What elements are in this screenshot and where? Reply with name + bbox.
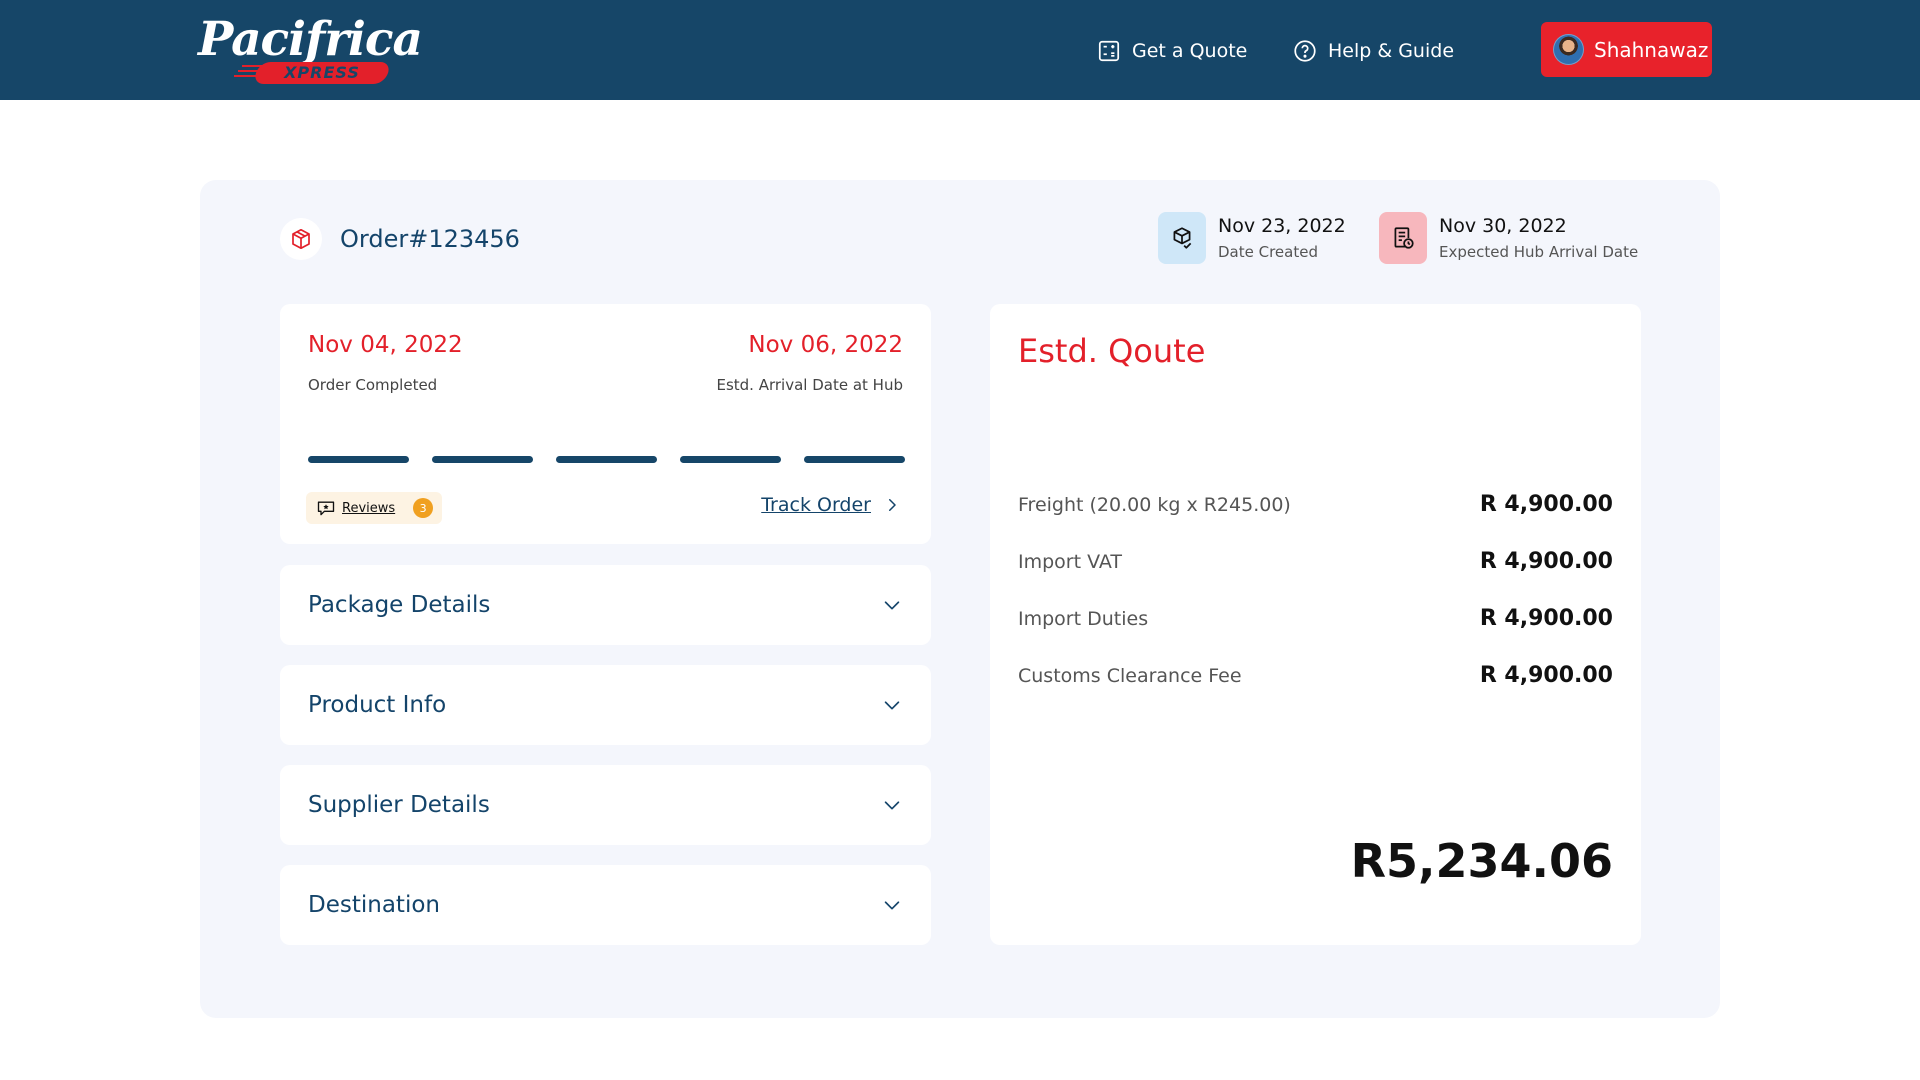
estimated-quote-card: Estd. Qoute Freight (20.00 kg x R245.00)… xyxy=(990,304,1641,945)
order-panel: Order#123456 Nov 23, 2022 Date Created N… xyxy=(200,180,1720,1018)
nav-help-guide-label: Help & Guide xyxy=(1328,40,1455,62)
date-created-value: Nov 23, 2022 xyxy=(1218,215,1346,237)
quote-row-label: Import Duties xyxy=(1018,607,1149,630)
accordion-label: Package Details xyxy=(308,592,491,618)
order-header: Order#123456 xyxy=(280,218,520,260)
progress-step xyxy=(308,456,409,463)
quote-title: Estd. Qoute xyxy=(1018,332,1206,370)
quote-row-value: R 4,900.00 xyxy=(1479,492,1613,517)
accordion-label: Product Info xyxy=(308,692,447,718)
accordion-package-details[interactable]: Package Details xyxy=(280,565,931,645)
progress-step xyxy=(432,456,533,463)
quote-row: Customs Clearance Fee R 4,900.00 xyxy=(1018,663,1613,688)
accordion-label: Supplier Details xyxy=(308,792,490,818)
date-created-block: Nov 23, 2022 Date Created xyxy=(1158,212,1346,264)
quote-row-value: R 4,900.00 xyxy=(1479,663,1613,688)
chevron-down-icon xyxy=(884,901,900,910)
accordion-destination[interactable]: Destination xyxy=(280,865,931,945)
quote-row: Import VAT R 4,900.00 xyxy=(1018,549,1613,574)
quote-row-value: R 4,900.00 xyxy=(1479,606,1613,631)
user-menu-button[interactable]: Shahnawaz xyxy=(1541,22,1712,77)
reviews-label: Reviews xyxy=(342,500,396,516)
quote-row-label: Freight (20.00 kg x R245.00) xyxy=(1018,493,1291,516)
review-star-icon xyxy=(317,501,335,516)
box-check-icon xyxy=(1158,212,1206,264)
package-icon xyxy=(280,218,322,260)
accordion-supplier-details[interactable]: Supplier Details xyxy=(280,765,931,845)
progress-steps xyxy=(308,456,905,463)
chevron-right-icon xyxy=(889,499,896,511)
accordion-product-info[interactable]: Product Info xyxy=(280,665,931,745)
estimated-arrival-date: Nov 06, 2022 xyxy=(748,332,903,358)
nav-help-guide[interactable]: Help & Guide xyxy=(1292,36,1454,66)
pacifrica-logo[interactable]: Pacifrica XPRESS xyxy=(198,12,423,88)
top-navbar: Pacifrica XPRESS Get a Quote Help & Guid… xyxy=(0,0,1920,100)
shipment-progress-card: Nov 04, 2022 Nov 06, 2022 Order Complete… xyxy=(280,304,931,544)
logo-wordmark: Pacifrica xyxy=(198,12,423,67)
order-number: Order#123456 xyxy=(340,225,520,253)
calculator-icon xyxy=(1098,40,1120,62)
reviews-count-badge: 3 xyxy=(413,498,434,518)
accordion-label: Destination xyxy=(308,892,440,918)
order-completed-date: Nov 04, 2022 xyxy=(308,332,463,358)
chevron-down-icon xyxy=(884,601,900,610)
order-completed-label: Order Completed xyxy=(308,376,438,394)
estimated-arrival-label: Estd. Arrival Date at Hub xyxy=(716,376,903,394)
progress-step xyxy=(804,456,905,463)
quote-row-value: R 4,900.00 xyxy=(1479,549,1613,574)
document-clock-icon xyxy=(1379,212,1427,264)
hub-arrival-block: Nov 30, 2022 Expected Hub Arrival Date xyxy=(1379,212,1638,264)
quote-row: Freight (20.00 kg x R245.00) R 4,900.00 xyxy=(1018,492,1613,517)
avatar xyxy=(1553,34,1584,65)
quote-row-label: Import VAT xyxy=(1018,550,1123,573)
track-order-link[interactable]: Track Order xyxy=(761,494,901,516)
quote-total: R5,234.06 xyxy=(1350,834,1613,888)
nav-get-a-quote[interactable]: Get a Quote xyxy=(1096,36,1247,66)
progress-step xyxy=(556,456,657,463)
logo-subbrand: XPRESS xyxy=(252,62,392,84)
quote-row: Import Duties R 4,900.00 xyxy=(1018,606,1613,631)
hub-arrival-label: Expected Hub Arrival Date xyxy=(1439,243,1639,261)
date-created-label: Date Created xyxy=(1218,243,1318,261)
chevron-down-icon xyxy=(884,701,900,710)
chevron-down-icon xyxy=(884,801,900,810)
quote-row-label: Customs Clearance Fee xyxy=(1018,664,1242,687)
nav-get-a-quote-label: Get a Quote xyxy=(1132,40,1248,62)
track-order-label: Track Order xyxy=(761,494,871,516)
reviews-button[interactable]: Reviews 3 xyxy=(306,492,442,524)
help-circle-icon xyxy=(1294,40,1316,62)
progress-step xyxy=(680,456,781,463)
hub-arrival-value: Nov 30, 2022 xyxy=(1439,215,1567,237)
user-name: Shahnawaz xyxy=(1594,37,1709,62)
